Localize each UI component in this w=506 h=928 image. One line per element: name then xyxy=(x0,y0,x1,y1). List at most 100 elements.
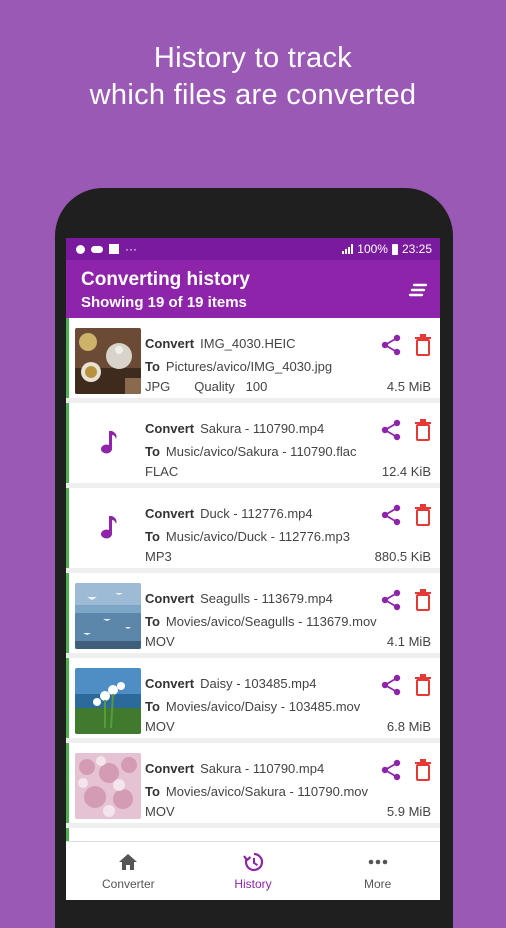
source-line: Convert Sakura - 110790.mp4 xyxy=(145,421,324,436)
source-line: Convert Daisy - 103485.mp4 xyxy=(145,676,316,691)
share-icon[interactable] xyxy=(380,334,402,356)
destination-line: To Music/avico/Duck - 112776.mp3 xyxy=(145,529,350,544)
source-file: Daisy - 103485.mp4 xyxy=(200,676,317,691)
output-format: MP3 xyxy=(145,549,172,564)
nav-converter[interactable]: Converter xyxy=(66,842,191,900)
to-label: To xyxy=(145,699,160,714)
destination-line: To Music/avico/Sakura - 110790.flac xyxy=(145,444,356,459)
history-item[interactable]: Convert Sakura - 110790.mp4 To Music/avico/… xyxy=(66,403,440,483)
destination-path: Music/avico/Duck - 112776.mp3 xyxy=(165,529,350,544)
format-line: FLAC xyxy=(145,464,178,479)
nav-label: More xyxy=(364,877,392,891)
format-line: MP3 xyxy=(145,549,172,564)
promo-line-2: which files are converted xyxy=(89,79,417,111)
delete-icon[interactable] xyxy=(414,419,432,441)
nav-label: History xyxy=(234,877,272,891)
music-note-icon xyxy=(101,516,117,539)
convert-label: Convert xyxy=(145,336,195,351)
output-format: MOV xyxy=(145,719,175,734)
file-size: 5.9 MiB xyxy=(386,804,431,819)
file-size: 12.4 KiB xyxy=(381,464,431,479)
nav-label: Converter xyxy=(101,877,155,891)
to-label: To xyxy=(145,359,160,374)
destination-path: Pictures/avico/IMG_4030.jpg xyxy=(165,359,333,374)
shield-icon xyxy=(76,244,85,254)
to-label: To xyxy=(145,784,160,799)
share-icon[interactable] xyxy=(380,674,402,696)
more-icon xyxy=(368,859,387,865)
app-screen: ··· 100% 23:25 Converting history Showin… xyxy=(66,238,440,900)
nav-history[interactable]: History xyxy=(191,842,316,900)
destination-path: Music/avico/Sakura - 110790.flac xyxy=(165,444,357,459)
thumbnail-image xyxy=(75,328,141,394)
nav-more[interactable]: More xyxy=(315,842,440,900)
convert-label: Convert xyxy=(145,591,195,606)
format-line: JPG Quality 100 xyxy=(145,379,267,394)
history-item[interactable]: Convert IMG_4030.HEIC To Pictures/avico/IMG… xyxy=(66,318,440,398)
thumbnail-image xyxy=(75,668,141,734)
history-list: Convert IMG_4030.HEIC To Pictures/avico/IMG… xyxy=(66,318,440,848)
source-file: Seagulls - 113679.mp4 xyxy=(200,591,333,606)
source-line: Convert Duck - 112776.mp4 xyxy=(145,506,313,521)
status-bar: ··· 100% 23:25 xyxy=(66,238,440,260)
destination-path: Movies/avico/Daisy - 103485.mov xyxy=(165,699,361,714)
file-size: 4.1 MiB xyxy=(386,634,431,649)
thumbnail-image xyxy=(75,583,141,649)
destination-path: Movies/avico/Seagulls - 113679.mov xyxy=(165,614,377,629)
sort-icon[interactable] xyxy=(408,282,428,298)
thumbnail-image xyxy=(75,753,141,819)
source-line: Convert Sakura - 110790.mp4 xyxy=(145,761,324,776)
to-label: To xyxy=(145,444,160,459)
item-count: Showing 19 of 19 items xyxy=(81,294,247,311)
promo-caption: History to track which files are convert… xyxy=(0,40,506,114)
destination-line: To Movies/avico/Sakura - 110790.mov xyxy=(145,784,368,799)
delete-icon[interactable] xyxy=(414,759,432,781)
file-size: 6.8 MiB xyxy=(386,719,431,734)
app-bar: Converting history Showing 19 of 19 item… xyxy=(66,260,440,318)
destination-line: To Movies/avico/Seagulls - 113679.mov xyxy=(145,614,377,629)
destination-line: To Pictures/avico/IMG_4030.jpg xyxy=(145,359,332,374)
cloud-icon xyxy=(91,245,103,253)
convert-label: Convert xyxy=(145,761,195,776)
output-format: JPG xyxy=(145,379,171,394)
convert-label: Convert xyxy=(145,506,195,521)
source-file: IMG_4030.HEIC xyxy=(200,336,296,351)
source-file: Duck - 112776.mp4 xyxy=(200,506,313,521)
output-format: MOV xyxy=(145,804,175,819)
clock: 23:25 xyxy=(401,242,432,256)
quality-label: Quality xyxy=(194,379,235,394)
delete-icon[interactable] xyxy=(414,334,432,356)
history-item[interactable]: Convert Sakura - 110790.mp4 To Movies/avico… xyxy=(66,743,440,823)
history-item[interactable]: Convert Seagulls - 113679.mp4 To Movies/avi… xyxy=(66,573,440,653)
share-icon[interactable] xyxy=(380,759,402,781)
output-format: MOV xyxy=(145,634,175,649)
to-label: To xyxy=(145,529,160,544)
format-line: MOV xyxy=(145,804,175,819)
battery-icon xyxy=(391,243,398,255)
home-icon xyxy=(119,854,138,870)
output-format: FLAC xyxy=(145,464,179,479)
format-line: MOV xyxy=(145,719,175,734)
source-file: Sakura - 110790.mp4 xyxy=(200,421,325,436)
destination-line: To Movies/avico/Daisy - 103485.mov xyxy=(145,699,360,714)
signal-icon xyxy=(342,244,354,254)
flipboard-icon xyxy=(109,244,119,254)
delete-icon[interactable] xyxy=(414,504,432,526)
history-item[interactable]: Convert Daisy - 103485.mp4 To Movies/avico/… xyxy=(66,658,440,738)
delete-icon[interactable] xyxy=(414,674,432,696)
share-icon[interactable] xyxy=(380,419,402,441)
share-icon[interactable] xyxy=(380,589,402,611)
source-line: Convert Seagulls - 113679.mp4 xyxy=(145,591,333,606)
delete-icon[interactable] xyxy=(414,589,432,611)
music-note-icon xyxy=(101,431,117,454)
file-size: 880.5 KiB xyxy=(374,549,431,564)
promo-line-1: History to track xyxy=(153,42,353,74)
file-size: 4.5 MiB xyxy=(386,379,431,394)
source-line: Convert IMG_4030.HEIC xyxy=(145,336,296,351)
history-item[interactable]: Convert Duck - 112776.mp4 To Music/avico/Du… xyxy=(66,488,440,568)
share-icon[interactable] xyxy=(380,504,402,526)
to-label: To xyxy=(145,614,160,629)
page-title: Converting history xyxy=(81,269,250,290)
history-icon xyxy=(243,852,264,872)
source-file: Sakura - 110790.mp4 xyxy=(200,761,325,776)
